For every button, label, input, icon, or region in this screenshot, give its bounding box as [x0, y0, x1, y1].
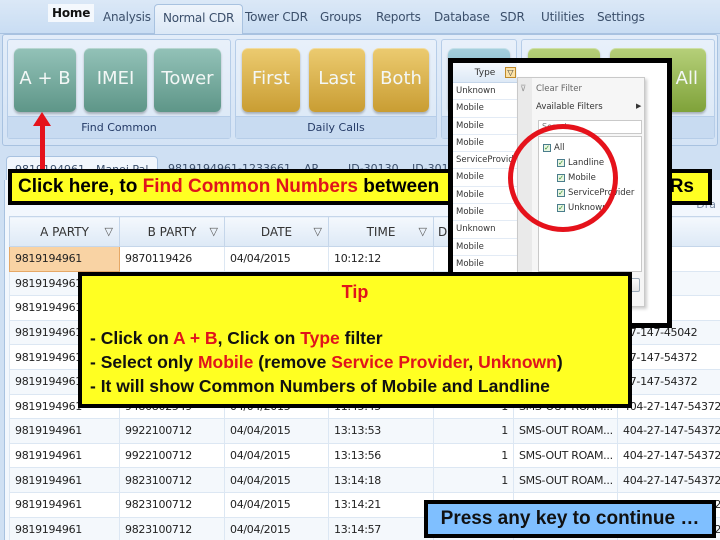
menu-utilities[interactable]: Utilities [541, 10, 585, 24]
group-daily-calls: First Last Both Daily Calls [235, 39, 437, 139]
type-cell: Mobile [453, 204, 517, 222]
table-cell[interactable]: SMS-OUT ROAM... [513, 467, 618, 493]
funnel-icon[interactable]: ▽ [210, 225, 218, 238]
menu-groups[interactable]: Groups [320, 10, 362, 24]
table-cell[interactable]: 9823100712 [119, 467, 225, 493]
table-cell[interactable]: 9819194961 [9, 516, 120, 540]
table-cell[interactable]: 404-27-147-54372 [617, 393, 720, 420]
press-any-key-banner[interactable]: Press any key to continue … [424, 500, 716, 538]
table-cell[interactable]: 9819194961 [9, 418, 120, 444]
col-time[interactable]: TIME ▽ [328, 216, 434, 247]
table-cell[interactable]: 04/04/2015 [224, 516, 329, 540]
tower-button[interactable]: Tower [154, 48, 221, 112]
table-row[interactable]: 9819194961 9922100712 04/04/2015 13:13:53 1 S… [9, 418, 720, 444]
tip-line-1: - Click on A + B, Click on Type filter [90, 328, 383, 348]
clear-filter-icon: ⊽ [520, 84, 527, 94]
type-cell: ServiceProvid [453, 152, 517, 170]
tip-title: Tip [341, 282, 369, 302]
type-cell: Mobile [453, 118, 517, 135]
table-cell[interactable]: 9870119426 [119, 246, 225, 272]
table-cell[interactable]: 1 [433, 467, 514, 493]
first-button[interactable]: First [242, 48, 300, 112]
menu-normal-cdr[interactable]: Normal CDR [154, 4, 244, 35]
table-cell[interactable]: 9819194961 [9, 491, 120, 518]
table-row[interactable]: 9819194961 9823100712 04/04/2015 13:14:18 1 S… [9, 467, 720, 493]
type-filter-icon[interactable]: ▽ [505, 67, 516, 78]
group-label-daily-calls: Daily Calls [236, 116, 436, 138]
table-cell[interactable]: 04/04/2015 [224, 491, 329, 518]
table-cell[interactable]: SMS-OUT ROAM... [513, 442, 618, 469]
type-cell: Mobile [453, 100, 517, 118]
table-cell[interactable]: 9922100712 [119, 418, 225, 444]
funnel-icon[interactable]: ▽ [314, 225, 322, 238]
table-cell[interactable]: 13:13:56 [328, 442, 434, 469]
funnel-icon[interactable]: ▽ [419, 225, 427, 238]
red-highlight-circle [508, 124, 618, 232]
col-a-party[interactable]: A PARTY ▽ [9, 216, 120, 247]
a-plus-b-button[interactable]: A + B [14, 48, 76, 112]
tip-line-2: - Select only Mobile (remove Service Pro… [90, 352, 563, 372]
table-cell[interactable]: 404-27-147-54372 [617, 442, 720, 469]
table-cell[interactable]: 04/04/2015 [224, 442, 329, 469]
table-cell[interactable]: 27-147-54372 [617, 368, 720, 395]
menu-home[interactable]: Home [48, 4, 95, 22]
table-cell[interactable]: 1 [433, 442, 514, 469]
menu-tower-cdr[interactable]: Tower CDR [245, 10, 308, 24]
submenu-arrow-icon: ▶ [636, 102, 642, 110]
type-cell: Unknown [453, 83, 517, 101]
type-cell: Mobile [453, 135, 517, 153]
col-b-party[interactable]: B PARTY ▽ [119, 216, 225, 247]
clear-filter-item[interactable]: Clear Filter [536, 84, 582, 94]
menu-analysis[interactable]: Analysis [103, 10, 151, 24]
menu-sdr[interactable]: SDR [500, 10, 525, 24]
table-cell[interactable]: 9819194961 [9, 246, 120, 272]
table-cell[interactable]: 13:14:21 [328, 491, 434, 518]
table-cell[interactable]: SMS-OUT ROAM... [513, 418, 618, 444]
type-cell: Mobile [453, 239, 517, 256]
table-cell[interactable]: 04/04/2015 [224, 418, 329, 444]
type-cell: Mobile [453, 187, 517, 205]
table-cell[interactable]: 9922100712 [119, 442, 225, 469]
both-button[interactable]: Both [373, 48, 429, 112]
table-cell[interactable]: 404-27-147-54372 [617, 418, 720, 444]
available-filters-item[interactable]: Available Filters [536, 102, 603, 112]
table-cell[interactable]: 04/04/2015 [224, 467, 329, 493]
table-cell[interactable]: 10:12:12 [328, 246, 434, 272]
col-date[interactable]: DATE ▽ [224, 216, 329, 247]
imei-button[interactable]: IMEI [84, 48, 147, 112]
menu-database[interactable]: Database [434, 10, 490, 24]
table-cell[interactable]: 404-27-147-54372 [617, 467, 720, 493]
menu-bar: Home Analysis Normal CDR Tower CDR Group… [0, 0, 720, 35]
tip-line-3: - It will show Common Numbers of Mobile … [90, 376, 550, 396]
table-row[interactable]: 9819194961 9922100712 04/04/2015 13:13:56 1 S… [9, 442, 720, 469]
menu-settings[interactable]: Settings [597, 10, 645, 24]
last-button[interactable]: Last [309, 48, 365, 112]
table-cell[interactable]: 04/04/2015 [224, 246, 329, 272]
table-cell[interactable]: 13:13:53 [328, 418, 434, 444]
table-cell[interactable]: 9819194961 [9, 442, 120, 469]
table-cell[interactable]: 9819194961 [9, 467, 120, 493]
type-cell: Unknown [453, 221, 517, 239]
table-cell[interactable]: 27-147-54372 [617, 344, 720, 370]
type-cell: Mobile [453, 256, 517, 274]
tip-callout: Tip - Click on A + B, Click on Type filt… [78, 272, 632, 408]
table-cell[interactable]: 1 [433, 418, 514, 444]
table-cell[interactable]: 13:14:57 [328, 516, 434, 540]
funnel-icon[interactable]: ▽ [105, 225, 113, 238]
table-cell[interactable]: 13:14:18 [328, 467, 434, 493]
table-cell[interactable]: 9823100712 [119, 516, 225, 540]
table-cell[interactable]: 9823100712 [119, 491, 225, 518]
menu-reports[interactable]: Reports [376, 10, 421, 24]
type-column-header[interactable]: Type ▽ [453, 63, 517, 83]
